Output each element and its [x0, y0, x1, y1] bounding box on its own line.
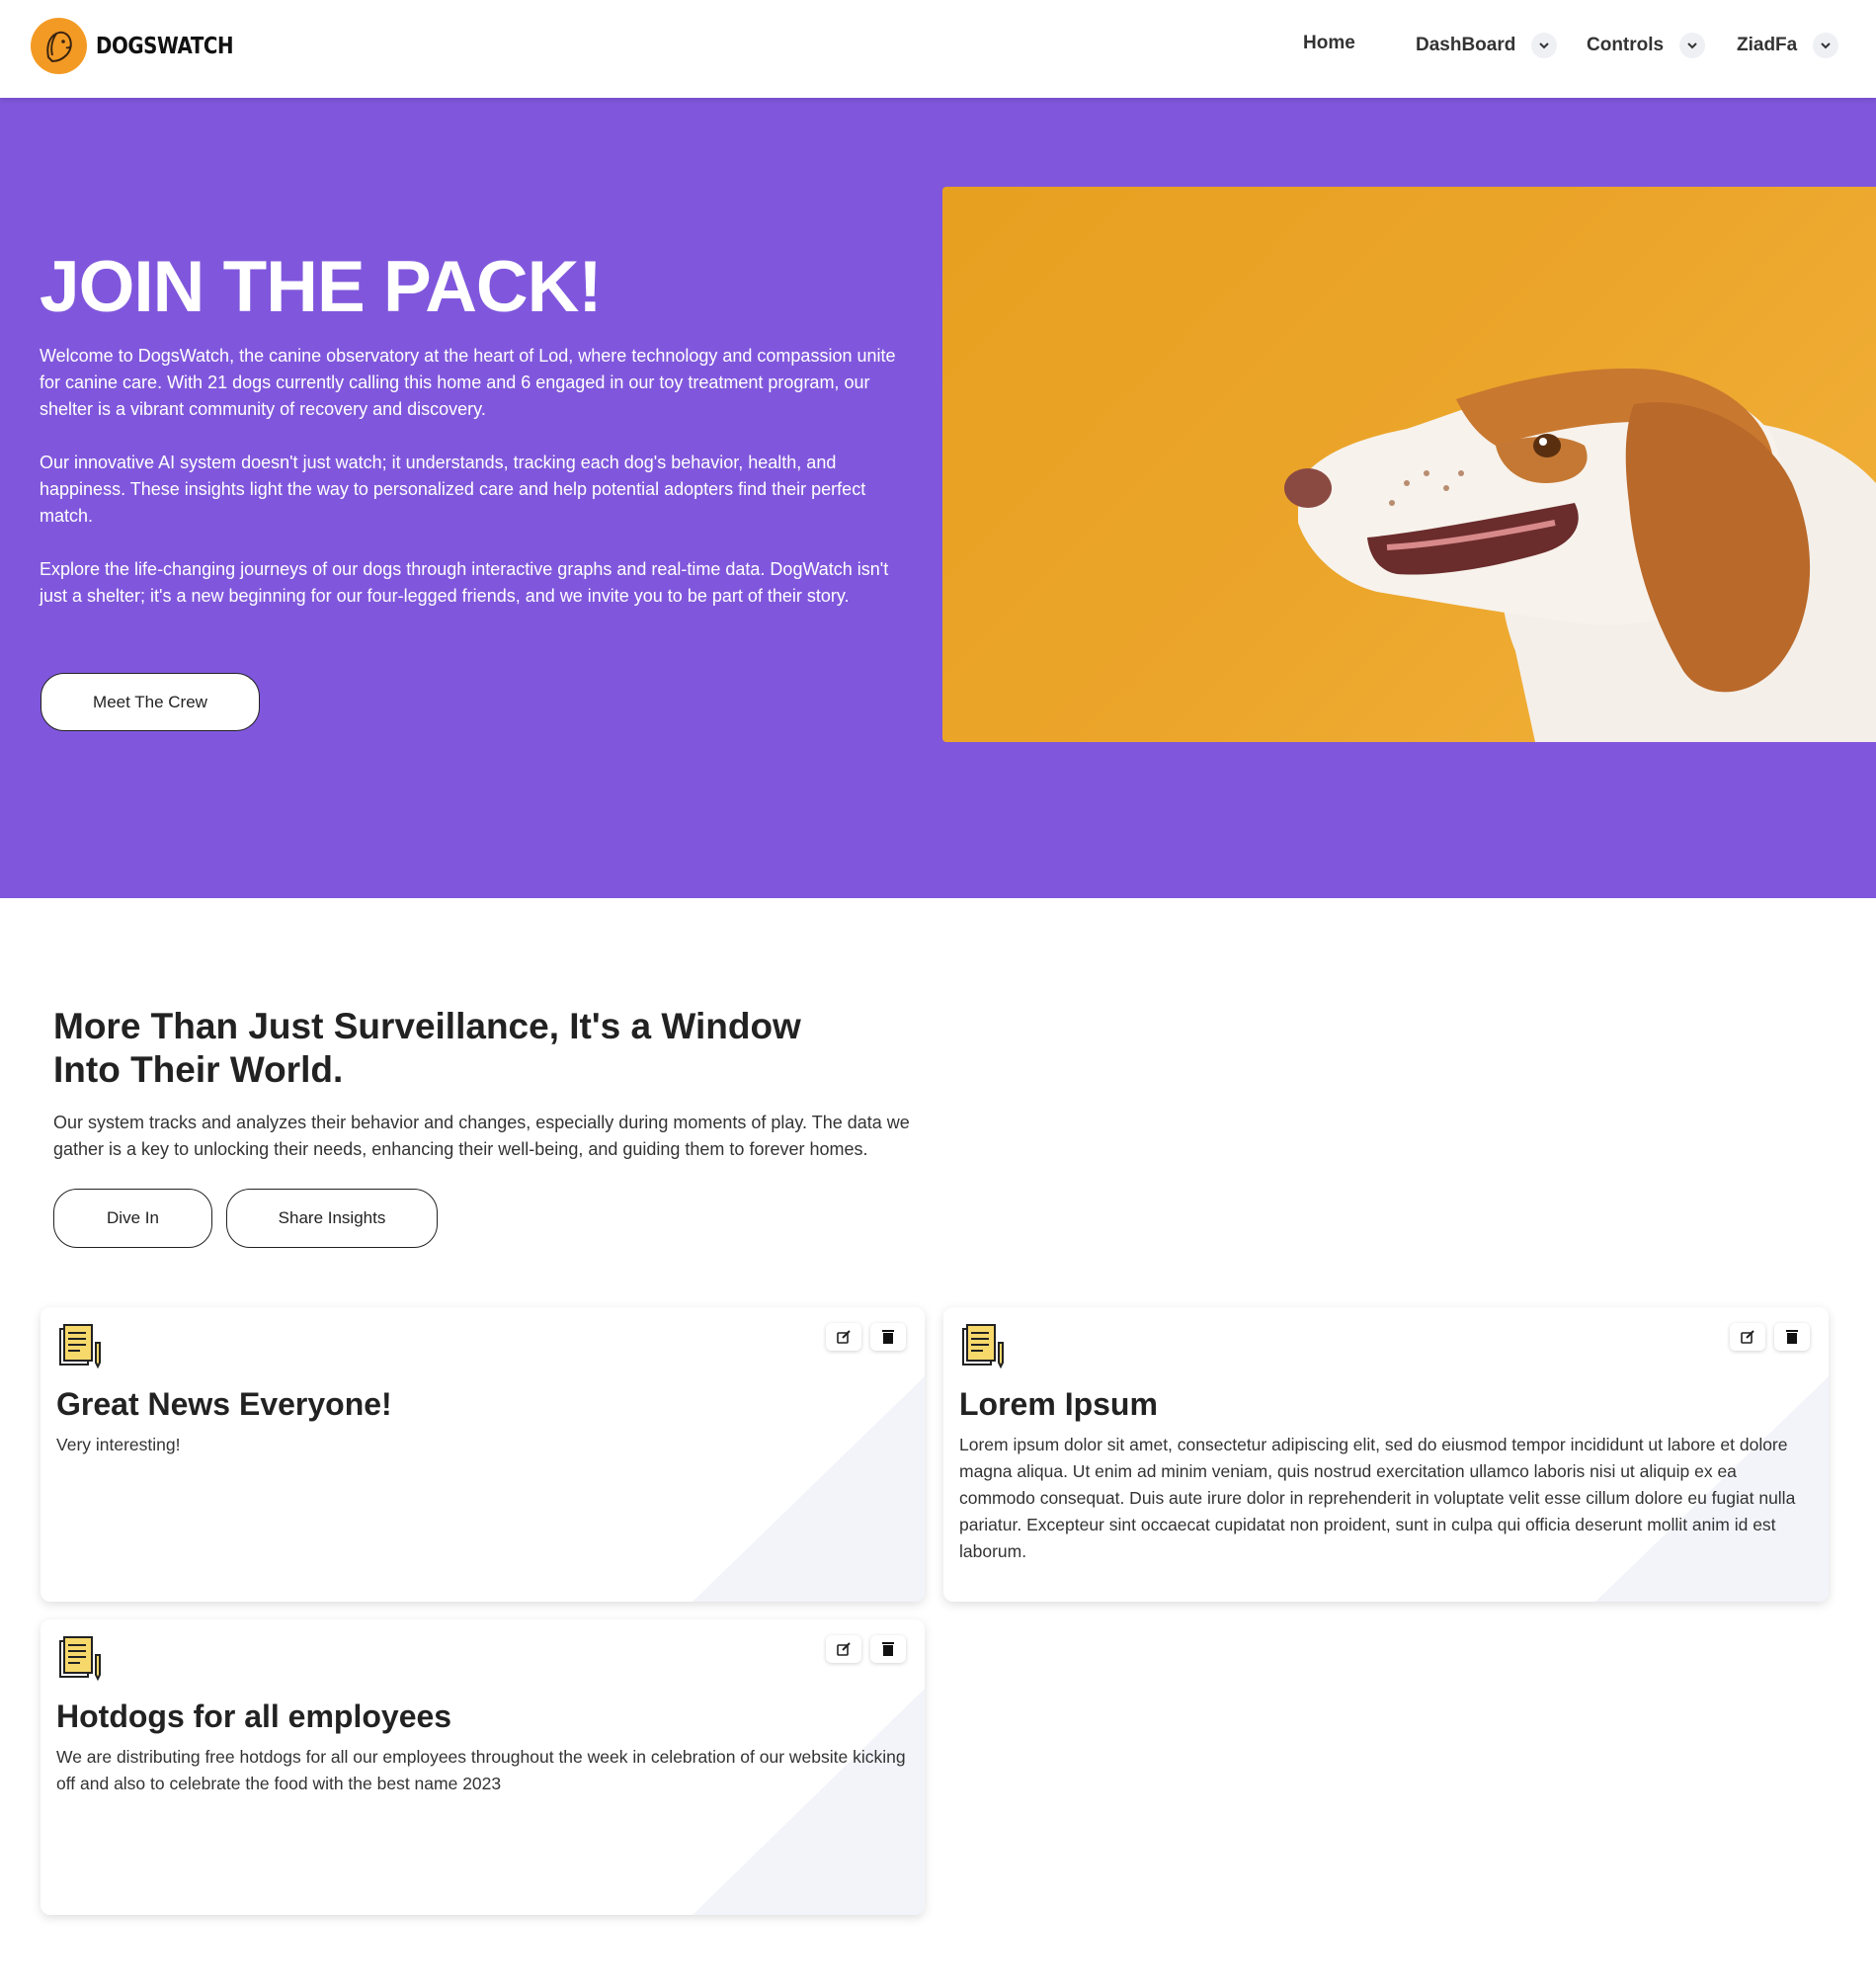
brand-name: DOGSWATCH — [96, 33, 234, 59]
hero-dog-image — [942, 187, 1876, 742]
hero-paragraph-2: Our innovative AI system doesn't just wa… — [40, 453, 866, 526]
logo-dog-icon — [31, 18, 87, 74]
nav-dashboard-label: DashBoard — [1416, 35, 1516, 55]
edit-icon[interactable] — [826, 1635, 861, 1663]
hero-section: JOIN THE PACK! Welcome to DogsWatch, the… — [0, 98, 1876, 898]
news-card: Great News Everyone! Very interesting! — [41, 1307, 925, 1602]
card-title: Great News Everyone! — [56, 1386, 392, 1422]
hero-paragraph-1: Welcome to DogsWatch, the canine observa… — [40, 346, 896, 419]
dive-in-button[interactable]: Dive In — [53, 1189, 212, 1248]
nav-controls[interactable]: Controls — [1587, 33, 1706, 58]
document-pen-icon — [56, 1635, 104, 1683]
chevron-down-icon[interactable] — [1679, 33, 1706, 58]
nav-dashboard[interactable]: DashBoard — [1416, 33, 1558, 58]
brand[interactable]: DOGSWATCH — [31, 18, 256, 74]
meet-the-crew-button[interactable]: Meet The Crew — [41, 673, 260, 731]
nav-home-label: Home — [1303, 33, 1355, 53]
nav-user[interactable]: ZiadFa — [1737, 33, 1839, 58]
news-card: Hotdogs for all employees We are distrib… — [41, 1619, 925, 1915]
document-pen-icon — [56, 1323, 104, 1370]
card-title: Lorem Ipsum — [959, 1386, 1158, 1422]
card-text: We are distributing free hotdogs for all… — [56, 1747, 906, 1793]
card-text: Lorem ipsum dolor sit amet, consectetur … — [959, 1435, 1796, 1561]
trash-icon[interactable] — [870, 1635, 906, 1663]
chevron-down-icon[interactable] — [1531, 33, 1558, 58]
section-text: Our system tracks and analyzes their beh… — [53, 1113, 910, 1159]
nav-home[interactable]: Home — [1303, 33, 1355, 54]
navbar: DOGSWATCH Home DashBoard Controls ZiadFa — [0, 0, 1876, 98]
hero-title: JOIN THE PACK! — [40, 247, 603, 327]
trash-icon[interactable] — [1774, 1323, 1810, 1351]
card-title: Hotdogs for all employees — [56, 1698, 452, 1734]
document-pen-icon — [959, 1323, 1007, 1370]
news-card: Lorem Ipsum Lorem ipsum dolor sit amet, … — [943, 1307, 1829, 1602]
trash-icon[interactable] — [870, 1323, 906, 1351]
section-title: More Than Just Surveillance, It's a Wind… — [53, 1006, 801, 1090]
nav-user-label: ZiadFa — [1737, 35, 1798, 55]
nav-controls-label: Controls — [1587, 35, 1665, 55]
edit-icon[interactable] — [826, 1323, 861, 1351]
chevron-down-icon[interactable] — [1813, 33, 1839, 58]
hero-paragraph-3: Explore the life-changing journeys of ou… — [40, 559, 889, 606]
edit-icon[interactable] — [1730, 1323, 1765, 1351]
card-text: Very interesting! — [56, 1435, 181, 1454]
share-insights-button[interactable]: Share Insights — [226, 1189, 438, 1248]
